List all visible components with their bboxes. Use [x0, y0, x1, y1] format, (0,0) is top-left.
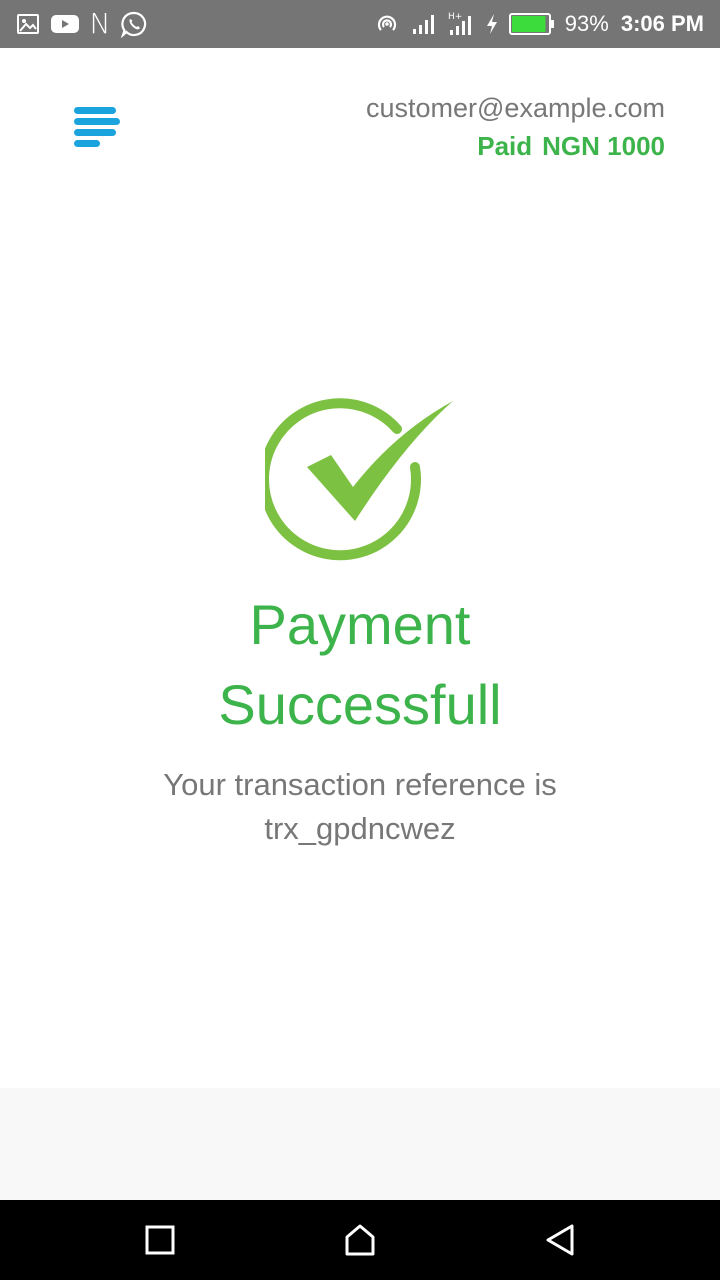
charging-icon [485, 10, 499, 38]
hotspot-icon [373, 10, 401, 38]
status-bar: N H+ 93% 3:06 PM [0, 0, 720, 48]
svg-text:H+: H+ [448, 12, 462, 22]
success-title: Payment Successfull [0, 585, 720, 745]
battery-icon [508, 10, 555, 38]
footer-area [0, 1088, 720, 1200]
paid-amount-line: Paid NGN 1000 [366, 126, 665, 166]
menu-icon[interactable] [72, 105, 120, 153]
gallery-icon [16, 10, 40, 38]
home-icon[interactable] [340, 1220, 380, 1260]
battery-percent: 93% [564, 11, 609, 36]
navigation-bar [0, 1200, 720, 1280]
youtube-icon [50, 10, 80, 38]
clock: 3:06 PM [620, 11, 704, 36]
recents-icon[interactable] [140, 1220, 180, 1260]
check-circle-icon [259, 395, 460, 565]
n-icon: N [89, 7, 111, 40]
transaction-reference: Your transaction reference is trx_gpdncw… [0, 763, 720, 851]
paid-label: Paid [477, 131, 533, 161]
reference-value: trx_gpdncwez [264, 811, 456, 846]
paid-amount: NGN 1000 [542, 131, 665, 161]
status-bar-right: H+ 93% 3:06 PM [373, 0, 704, 48]
reference-label: Your transaction reference is [163, 767, 557, 802]
back-icon[interactable] [540, 1220, 580, 1260]
status-bar-left: N [16, 0, 148, 48]
signal-icon [411, 10, 437, 38]
signal-h-plus-icon: H+ [447, 10, 475, 38]
success-title-line2: Successfull [218, 673, 502, 736]
whatsapp-icon [120, 10, 148, 38]
payment-summary: customer@example.com Paid NGN 1000 [366, 90, 665, 166]
success-title-line1: Payment [249, 593, 471, 656]
customer-email: customer@example.com [365, 93, 665, 123]
